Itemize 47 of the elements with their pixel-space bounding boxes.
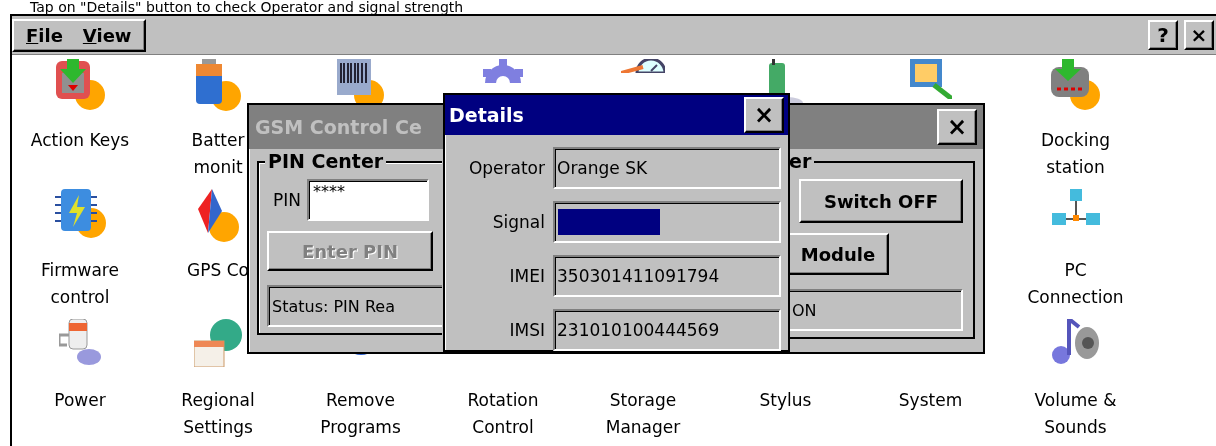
icon-label[interactable]: Regional Settings [181,387,255,441]
gear-icon [483,59,523,83]
battery-icon [195,59,241,111]
docking-cradle-icon [1051,59,1100,110]
status-field: Status: PIN Rea [267,285,442,327]
icon-label[interactable]: Storage Manager [605,387,681,441]
monitor-icon [909,59,952,99]
field-label: Signal [491,212,545,232]
icon-label[interactable]: Batter monit [191,127,245,181]
switch-off-button[interactable]: Switch OFF [799,179,963,223]
icon-label[interactable]: Action Keys [30,127,130,154]
icon-label[interactable]: Firmware control [41,257,119,311]
download-arrow-icon [55,59,105,110]
pin-field[interactable]: **** [307,179,429,221]
icon-label[interactable]: Remove Programs [320,387,401,441]
menu-item[interactable]: File [26,24,63,46]
speaker-note-icon [1052,319,1099,364]
globe-calendar-icon [194,319,242,367]
icon-label[interactable]: Docking station [1041,127,1110,181]
close-button[interactable]: × [1184,20,1214,50]
icon-label[interactable]: PC Connection [1027,257,1124,311]
value-field: 350301411091794 [553,255,781,297]
plug-icon [59,319,101,365]
status-field: ON [789,289,963,331]
field-label: IMEI [508,266,545,286]
dialog-title: Details [449,104,524,126]
caption-text: Tap on "Details" button to check Operator and signal strength [29,0,465,14]
icon-label[interactable]: System [898,387,963,414]
stopwatch-icon [621,59,665,73]
field-label: Operator [467,158,545,178]
help-button[interactable]: ? [1148,20,1178,50]
network-icon [1051,189,1100,225]
icon-label[interactable]: Stylus [759,387,812,414]
pin-label: PIN [273,190,301,210]
close-button[interactable]: × [937,109,977,145]
icon-label[interactable]: Volume & Sounds [1034,387,1117,441]
compass-icon [197,189,239,242]
chip-icon [54,189,106,238]
field-label: IMSI [508,320,545,340]
icon-label[interactable]: Rotation Control [467,387,539,441]
close-button[interactable]: × [744,97,784,133]
icon-label[interactable]: Power [54,387,106,414]
value-field: 231010100444569 [553,309,781,351]
window-title: GSM Control Ce [255,116,422,138]
value-field: Orange SK [553,147,781,189]
module-button[interactable]: Module [789,233,889,275]
menu-item[interactable]: View [82,24,132,46]
